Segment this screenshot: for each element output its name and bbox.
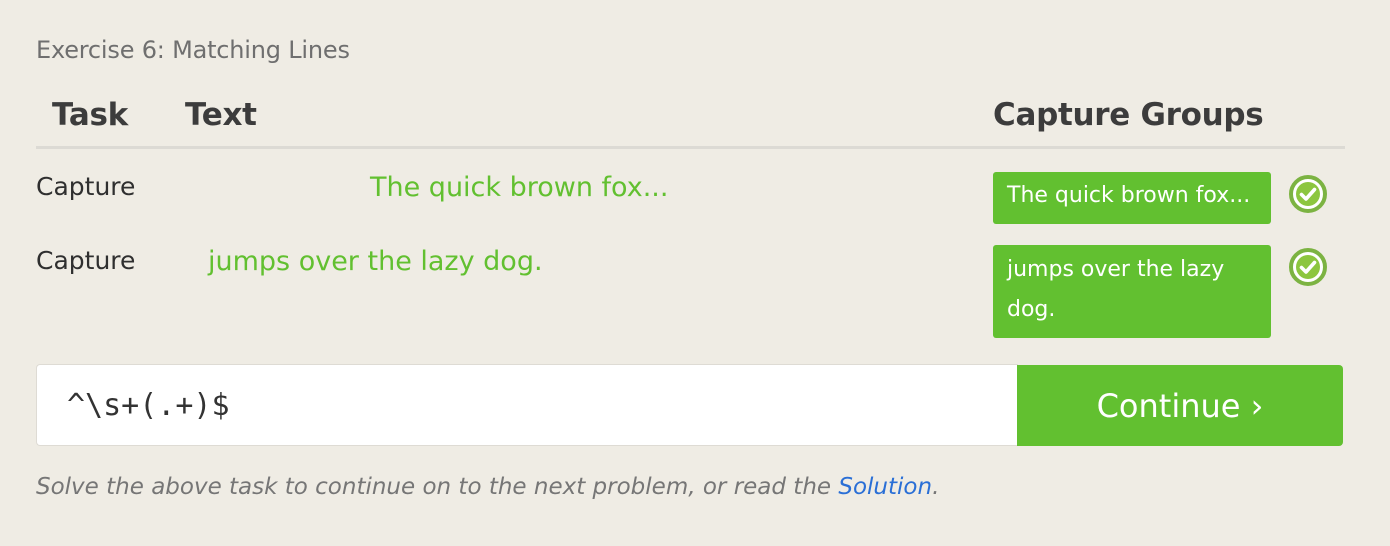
exercise-panel: Exercise 6: Matching Lines Task Text Cap… xyxy=(0,0,1390,546)
row-2-capture-group: jumps over the lazy dog. xyxy=(993,245,1271,338)
regex-input[interactable] xyxy=(37,365,1018,445)
row-1-text: The quick brown fox... xyxy=(370,172,669,203)
footer-text: Solve the above task to continue on to t… xyxy=(36,474,839,500)
continue-button[interactable]: Continue › xyxy=(1017,365,1343,446)
row-1-capture-group: The quick brown fox... xyxy=(993,172,1271,224)
header-divider xyxy=(36,146,1345,149)
row-1-task-label: Capture xyxy=(36,172,136,201)
column-header-capture-groups: Capture Groups xyxy=(993,97,1264,133)
row-2-task-label: Capture xyxy=(36,246,136,275)
check-circle-icon xyxy=(1289,175,1327,213)
regex-input-wrapper xyxy=(36,364,1018,446)
footer-text-end: . xyxy=(932,474,940,500)
row-2-text: jumps over the lazy dog. xyxy=(208,246,543,277)
column-header-task: Task xyxy=(52,97,128,133)
column-header-text: Text xyxy=(185,97,257,133)
exercise-title: Exercise 6: Matching Lines xyxy=(36,36,350,64)
check-circle-icon xyxy=(1289,248,1327,286)
footer-note: Solve the above task to continue on to t… xyxy=(36,474,939,500)
solution-link[interactable]: Solution xyxy=(838,474,932,500)
